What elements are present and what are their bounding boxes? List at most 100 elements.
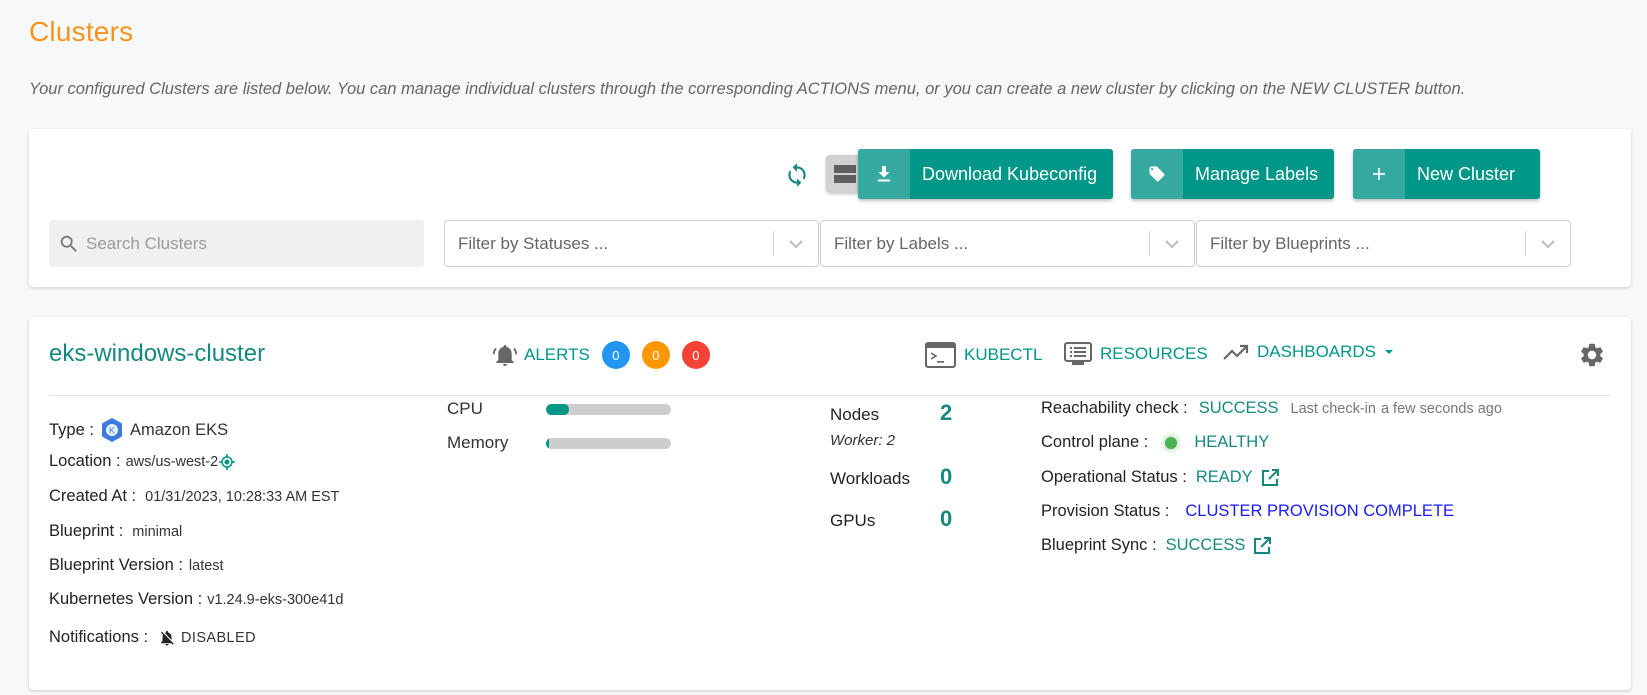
operational-status-label: Operational Status :: [1041, 468, 1187, 486]
dashboards-dropdown[interactable]: DASHBOARDS: [1223, 342, 1398, 362]
resources-label: RESOURCES: [1100, 344, 1208, 363]
caret-down-icon: [1385, 350, 1394, 354]
filter-statuses-select[interactable]: Filter by Statuses ...: [444, 220, 819, 267]
alert-count-critical[interactable]: 0: [681, 341, 710, 369]
search-icon: [60, 235, 77, 252]
memory-usage-fill: [546, 437, 549, 449]
control-plane-label: Control plane :: [1041, 433, 1149, 451]
nodes-stat: Nodes 2: [830, 400, 952, 426]
manage-labels-label: Manage Labels: [1195, 163, 1319, 184]
blueprint-sync-label: Blueprint Sync :: [1041, 536, 1157, 554]
search-clusters-field: [49, 220, 424, 267]
workloads-stat: Workloads 0: [830, 464, 952, 490]
created-at-label: Created At :: [49, 487, 137, 505]
reachability-row: Reachability check : SUCCESS Last check-…: [1041, 399, 1502, 418]
provision-status-label: Provision Status :: [1041, 502, 1170, 520]
resources-icon: [1064, 342, 1092, 365]
provision-status-row: Provision Status : CLUSTER PROVISION COM…: [1041, 502, 1454, 521]
control-plane-value: HEALTHY: [1194, 433, 1270, 451]
nodes-value: 2: [940, 400, 953, 425]
filter-blueprints-placeholder: Filter by Blueprints ...: [1210, 233, 1370, 253]
kubernetes-version-row: Kubernetes Version : v1.24.9-eks-300e41d: [49, 590, 343, 609]
last-checkin-value: a few seconds ago: [1380, 400, 1502, 417]
card-view-icon: [833, 165, 856, 183]
health-dot-icon: [1165, 436, 1178, 449]
workloads-label: Workloads: [830, 469, 910, 488]
location-label: Location :: [49, 452, 121, 470]
memory-usage-row: Memory: [447, 433, 671, 453]
blueprint-version-value: latest: [188, 557, 224, 574]
alert-count-warning[interactable]: 0: [641, 341, 670, 369]
card-divider: [49, 395, 1611, 396]
gpus-label: GPUs: [830, 511, 876, 530]
workloads-value: 0: [940, 464, 953, 489]
filter-statuses-placeholder: Filter by Statuses ...: [458, 233, 609, 253]
location-value: aws/us-west-2: [125, 453, 219, 470]
terminal-icon: [925, 342, 956, 368]
cpu-usage-row: CPU: [447, 399, 671, 419]
download-kubeconfig-label: Download Kubeconfig: [922, 163, 1098, 184]
new-cluster-button[interactable]: New Cluster: [1353, 149, 1540, 199]
external-link-icon[interactable]: [1261, 468, 1279, 487]
resources-link[interactable]: RESOURCES: [1064, 342, 1208, 366]
kubernetes-version-value: v1.24.9-eks-300e41d: [207, 591, 344, 608]
blueprint-sync-value: SUCCESS: [1165, 536, 1246, 554]
memory-label: Memory: [447, 433, 509, 452]
manage-labels-button[interactable]: Manage Labels: [1131, 149, 1334, 199]
cluster-card: eks-windows-cluster ALERTS 0 0 0 KUBECTL…: [29, 317, 1631, 690]
refresh-button[interactable]: [784, 162, 810, 188]
location-target-icon[interactable]: [219, 453, 236, 470]
kubectl-label: KUBECTL: [964, 345, 1043, 364]
created-at-value: 01/31/2023, 10:28:33 AM EST: [145, 488, 340, 505]
settings-button[interactable]: [1578, 341, 1606, 374]
search-clusters-input[interactable]: [86, 233, 406, 254]
reachability-label: Reachability check :: [1041, 399, 1188, 417]
blueprint-row: Blueprint : minimal: [49, 522, 182, 541]
kubectl-link[interactable]: KUBECTL: [925, 342, 1042, 368]
chevron-down-icon: [1526, 239, 1570, 249]
gear-icon: [1581, 343, 1603, 367]
download-kubeconfig-button[interactable]: Download Kubeconfig: [858, 149, 1113, 199]
tag-icon: [1131, 149, 1183, 199]
filter-labels-select[interactable]: Filter by Labels ...: [820, 220, 1195, 267]
blueprint-sync-row: Blueprint Sync : SUCCESS: [1041, 536, 1272, 555]
filter-labels-placeholder: Filter by Labels ...: [834, 233, 969, 253]
worker-count: Worker: 2: [830, 432, 896, 449]
last-checkin-label: Last check-in: [1290, 400, 1376, 417]
download-icon: [858, 149, 910, 199]
notifications-value: DISABLED: [181, 629, 256, 646]
blueprint-version-row: Blueprint Version : latest: [49, 556, 224, 575]
toolbar-card: Download Kubeconfig Manage Labels New Cl…: [29, 129, 1631, 287]
blueprint-label: Blueprint :: [49, 522, 124, 540]
reachability-value: SUCCESS: [1198, 399, 1279, 417]
control-plane-row: Control plane : HEALTHY: [1041, 433, 1269, 452]
notifications-label: Notifications :: [49, 628, 149, 646]
filter-blueprints-select[interactable]: Filter by Blueprints ...: [1196, 220, 1571, 267]
kubernetes-eks-icon: K: [101, 418, 122, 442]
notifications-row: Notifications : DISABLED: [49, 628, 256, 647]
external-link-icon[interactable]: [1253, 536, 1272, 555]
plus-icon: [1353, 149, 1405, 199]
cluster-name-link[interactable]: eks-windows-cluster: [49, 340, 265, 368]
cpu-label: CPU: [447, 399, 483, 418]
gpus-value: 0: [940, 506, 953, 531]
page-description: Your configured Clusters are listed belo…: [29, 80, 1466, 98]
blueprint-version-label: Blueprint Version :: [49, 556, 183, 574]
nodes-label: Nodes: [830, 405, 880, 424]
new-cluster-label: New Cluster: [1417, 163, 1516, 184]
type-value: Amazon EKS: [129, 420, 229, 439]
alerts-link[interactable]: ALERTS: [524, 345, 590, 365]
provision-status-value: CLUSTER PROVISION COMPLETE: [1185, 502, 1455, 520]
type-row: Type : K Amazon EKS: [49, 417, 228, 443]
dashboards-label: DASHBOARDS: [1257, 342, 1377, 361]
gpus-stat: GPUs 0: [830, 506, 952, 532]
alerts-section: ALERTS 0 0 0: [491, 341, 722, 369]
refresh-icon: [788, 163, 806, 187]
svg-text:K: K: [109, 426, 115, 436]
alert-count-info[interactable]: 0: [601, 341, 630, 369]
memory-usage-bar: [546, 437, 671, 449]
cpu-usage-bar: [546, 403, 671, 415]
cpu-usage-fill: [546, 403, 569, 415]
operational-status-value: READY: [1195, 468, 1253, 486]
operational-status-row: Operational Status : READY: [1041, 468, 1279, 487]
